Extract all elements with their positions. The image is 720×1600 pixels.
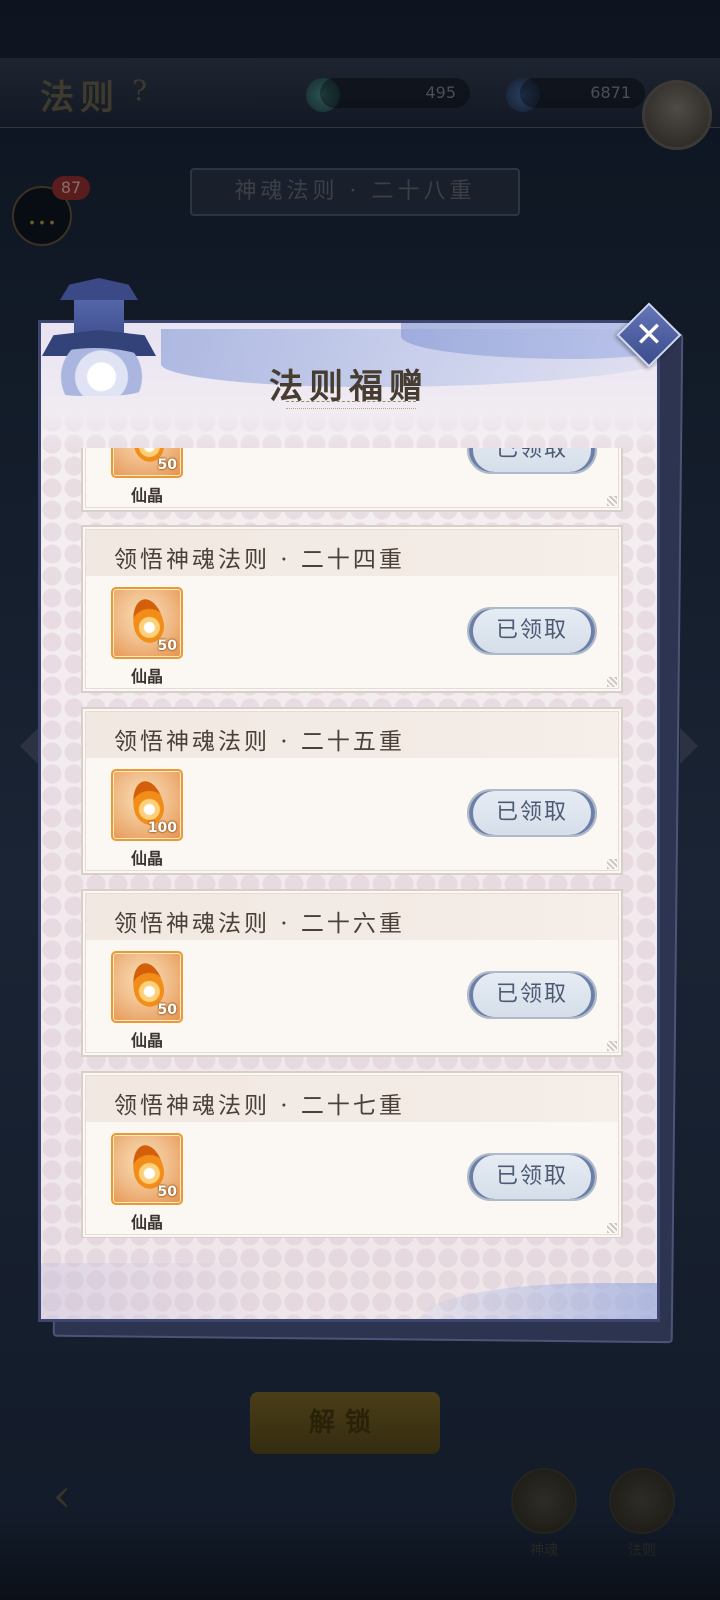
list-item: 领悟神魂法则 · 二十七重 50 仙晶 已领取 [81, 1071, 623, 1238]
reward-list[interactable]: 50 仙晶 已领取 领悟神魂法则 · 二十四重 50 仙晶 已领取 领悟神魂法则… [38, 448, 660, 1238]
resource-counter-2: 6871 [520, 78, 645, 108]
claimed-button[interactable]: 已领取 [467, 448, 597, 474]
screen-title: 法则 [40, 78, 120, 118]
reward-slot[interactable]: 50 [111, 587, 183, 659]
card-header: 领悟神魂法则 · 二十六重 [86, 894, 618, 940]
card-header: 领悟神魂法则 · 二十四重 [86, 530, 618, 576]
reward-count: 50 [157, 1184, 177, 1200]
level-banner: 神魂法则 · 二十八重 [190, 168, 520, 216]
list-item: 领悟神魂法则 · 二十六重 50 仙晶 已领取 [81, 889, 623, 1057]
claimed-button[interactable]: 已领取 [467, 1153, 597, 1201]
card-header: 领悟神魂法则 · 二十五重 [86, 712, 618, 758]
claimed-button[interactable]: 已领取 [467, 971, 597, 1019]
card-title: 领悟神魂法则 · 二十五重 [114, 729, 405, 755]
reward-slot[interactable]: 50 [111, 951, 183, 1023]
reward-name: 仙晶 [130, 1213, 163, 1232]
card-title: 领悟神魂法则 · 二十四重 [114, 547, 405, 573]
list-item: 领悟神魂法则 · 二十四重 50 仙晶 已领取 [81, 525, 623, 693]
list-item: 50 仙晶 已领取 [81, 448, 623, 512]
reward-slot[interactable]: 50 [111, 448, 183, 478]
claimed-button[interactable]: 已领取 [467, 789, 597, 837]
card-title: 领悟神魂法则 · 二十七重 [114, 1093, 405, 1119]
reward-count: 50 [157, 1002, 177, 1018]
arrow-left-icon[interactable] [20, 728, 38, 764]
reward-name: 仙晶 [130, 849, 163, 868]
bottom-strip [0, 1520, 720, 1600]
reward-name: 仙晶 [130, 486, 163, 505]
resource-counter-1: 495 [320, 78, 470, 108]
reward-count: 50 [157, 638, 177, 654]
reward-count: 50 [157, 457, 177, 473]
reward-name: 仙晶 [130, 1031, 163, 1050]
arrow-right-icon[interactable] [680, 728, 698, 764]
reward-name: 仙晶 [130, 667, 163, 686]
reward-count: 100 [147, 820, 177, 836]
reward-slot[interactable]: 50 [111, 1133, 183, 1205]
close-icon[interactable]: ✕ [626, 312, 672, 358]
help-icon[interactable]: ? [132, 74, 147, 107]
unlock-button[interactable]: 解锁 [250, 1392, 440, 1454]
reward-slot[interactable]: 100 [111, 769, 183, 841]
claimed-button[interactable]: 已领取 [467, 607, 597, 655]
cloud-decoration [41, 1263, 281, 1319]
avatar[interactable] [642, 80, 712, 150]
chat-badge: 87 [52, 176, 90, 200]
pagoda-icon [24, 278, 164, 398]
card-header: 领悟神魂法则 · 二十七重 [86, 1076, 618, 1122]
title-ornament [286, 401, 416, 409]
list-item: 领悟神魂法则 · 二十五重 100 仙晶 已领取 [81, 707, 623, 875]
card-title: 领悟神魂法则 · 二十六重 [114, 911, 405, 937]
